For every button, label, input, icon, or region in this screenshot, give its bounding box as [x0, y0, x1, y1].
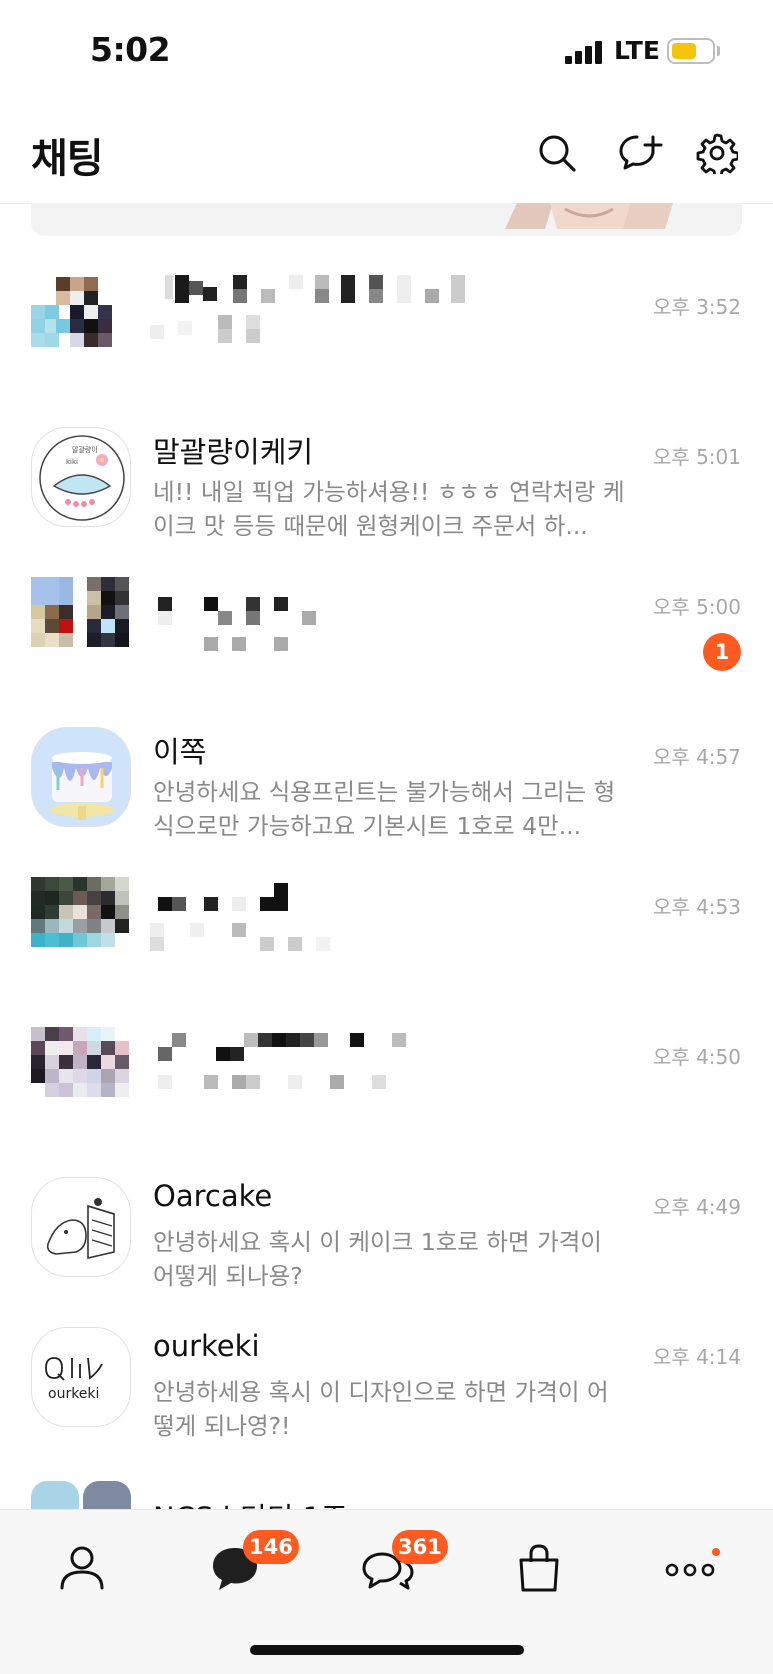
- signal-icon: [565, 40, 605, 64]
- avatar: [31, 577, 131, 677]
- avatar: [31, 727, 131, 827]
- chat-time: 오후 4:50: [652, 1045, 741, 1069]
- avatar: ourkeki: [31, 1327, 131, 1427]
- banner-figure-image: [505, 203, 673, 229]
- tab-shopping[interactable]: [509, 1538, 569, 1598]
- chat-row[interactable]: Oarcake 안녕하세요 혹시 이 케이크 1호로 하면 가격이 어떻게 되나…: [0, 1155, 773, 1305]
- person-icon: [60, 1546, 104, 1590]
- status-bar: 5:02 LTE: [0, 0, 773, 100]
- chat-name: 이쪽: [153, 735, 207, 769]
- page-title: 채팅: [31, 136, 104, 182]
- avatar: [31, 1177, 131, 1277]
- search-icon[interactable]: [536, 132, 578, 174]
- chat-row[interactable]: 이쪽 안녕하세요 식용프린트는 불가능해서 그리는 형식으로만 가능하고요 기본…: [0, 705, 773, 855]
- chat-row[interactable]: 말괄량이 kiki 말괄량이케키 네!! 내일 픽업 가능하셔용!! ㅎㅎㅎ 연…: [0, 405, 773, 555]
- chat-preview: 안녕하세요 혹시 이 케이크 1호로 하면 가격이 어떻게 되나용?: [153, 1228, 602, 1290]
- tab-open-chat[interactable]: 361: [358, 1530, 448, 1598]
- cake-logo-icon: 말괄량이 kiki: [39, 435, 125, 521]
- chat-row[interactable]: 오후 5:00 1: [0, 555, 773, 705]
- battery-icon: [667, 38, 715, 64]
- tab-more[interactable]: [660, 1538, 720, 1598]
- more-icon: [665, 1548, 720, 1577]
- chat-row[interactable]: ourkeki ourkeki 안녕하세용 혹시 이 디자인으로 하면 가격이 …: [0, 1305, 773, 1455]
- chat-tab-badge: 146: [243, 1530, 299, 1564]
- avatar: [31, 277, 131, 377]
- battery-cap: [717, 46, 720, 56]
- svg-text:kiki: kiki: [66, 458, 78, 466]
- chat-time: 오후 4:53: [652, 895, 741, 919]
- chat-name: 말괄량이케키: [153, 435, 314, 469]
- avatar: [31, 1027, 131, 1127]
- avatar: 말괄량이 kiki: [31, 427, 131, 527]
- tab-chats[interactable]: 146: [205, 1530, 299, 1598]
- new-chat-icon[interactable]: [618, 132, 664, 174]
- chat-time: 오후 4:14: [652, 1345, 741, 1369]
- tab-friends[interactable]: [52, 1538, 112, 1598]
- chat-preview: 안녕하세용 혹시 이 디자인으로 하면 가격이 어떻게 되나영?!: [153, 1378, 609, 1440]
- chat-name: ourkeki: [153, 1329, 260, 1363]
- logo-lettering: ourkeki: [48, 1386, 99, 1402]
- new-dot-indicator: [712, 1548, 720, 1556]
- chat-row[interactable]: 오후 3:52: [0, 255, 773, 405]
- cake-logo-icon: [46, 1198, 115, 1260]
- chat-row[interactable]: 오후 4:50: [0, 1005, 773, 1155]
- status-time: 5:02: [90, 30, 171, 69]
- chat-row-partial[interactable]: NCS스터디 1조 오후 4:17: [0, 1473, 773, 1513]
- settings-icon[interactable]: [696, 132, 740, 178]
- chat-time: 오후 4:49: [652, 1195, 741, 1219]
- shopping-bag-icon: [519, 1544, 559, 1592]
- ad-banner[interactable]: [31, 203, 742, 236]
- chat-time: 오후 3:52: [652, 295, 741, 319]
- svg-text:말괄량이: 말괄량이: [72, 445, 98, 454]
- avatar: [31, 877, 131, 977]
- chat-time: 오후 5:01: [652, 445, 741, 469]
- cake-photo-image: [32, 728, 130, 826]
- chat-preview: 네!! 내일 픽업 가능하셔용!! ㅎㅎㅎ 연락처랑 케이크 맛 등등 때문에 …: [153, 478, 625, 540]
- home-indicator[interactable]: [250, 1645, 524, 1655]
- chat-time: 오후 5:00: [652, 595, 741, 619]
- chat-row[interactable]: 오후 4:53: [0, 855, 773, 1005]
- unread-badge: 1: [703, 633, 741, 671]
- open-chat-tab-badge: 361: [392, 1530, 448, 1564]
- chat-name: Oarcake: [153, 1179, 273, 1213]
- network-label: LTE: [614, 36, 660, 65]
- chat-time: 오후 4:57: [652, 745, 741, 769]
- ourkeki-logo-icon: ourkeki: [45, 1357, 103, 1402]
- chat-preview: 안녕하세요 식용프린트는 불가능해서 그리는 형식으로만 가능하고요 기본시트 …: [153, 778, 616, 840]
- app-header: 채팅: [0, 100, 773, 204]
